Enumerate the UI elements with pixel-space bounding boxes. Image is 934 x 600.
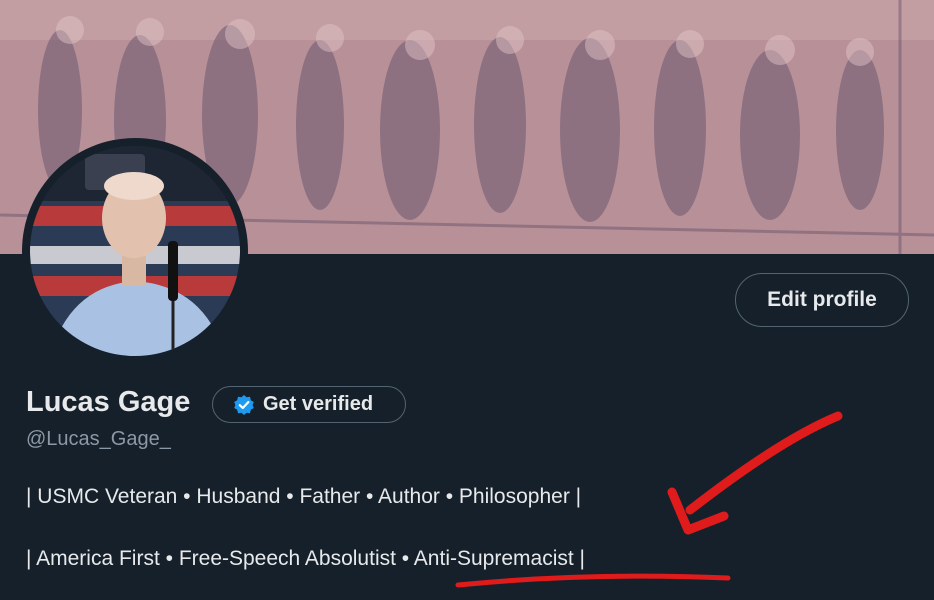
bio-line-2: | America First • Free-Speech Absolutist… [26, 547, 585, 570]
avatar-photo [30, 146, 240, 356]
red-arrow-head [667, 487, 729, 535]
red-underline [455, 573, 731, 588]
display-name: Lucas Gage [26, 386, 191, 418]
verified-badge-icon [234, 394, 254, 415]
red-arrow-shaft [685, 411, 843, 515]
get-verified-button[interactable]: Get verified [212, 386, 406, 423]
profile-avatar[interactable] [26, 142, 244, 360]
get-verified-label: Get verified [263, 393, 374, 415]
bio-line-1: | USMC Veteran • Husband • Father • Auth… [26, 485, 582, 508]
edit-profile-button[interactable]: Edit profile [735, 273, 909, 327]
user-handle: @Lucas_Gage_ [26, 428, 171, 450]
